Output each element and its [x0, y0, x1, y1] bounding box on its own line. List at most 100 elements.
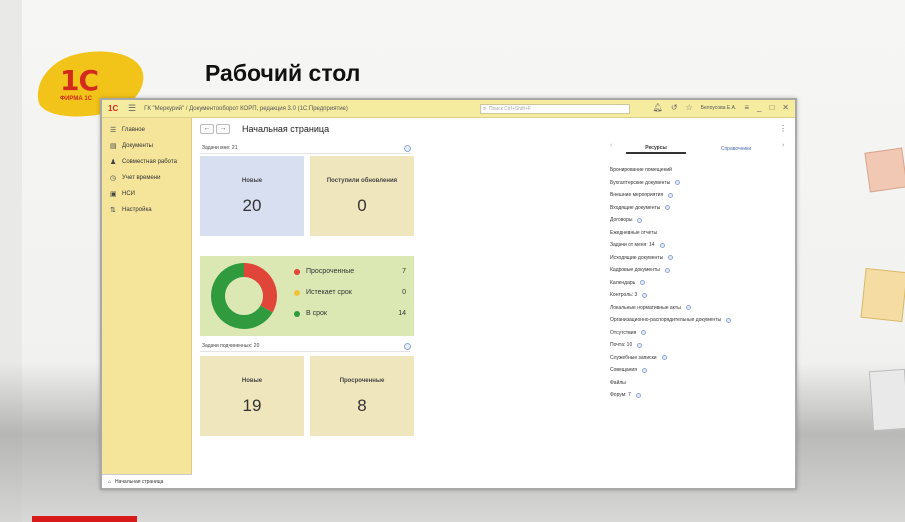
resource-link[interactable]: Отсутствия — [610, 327, 795, 340]
resource-link[interactable]: Договоры — [610, 214, 795, 227]
resource-link-label: Исходящие документы — [610, 254, 664, 261]
app-window: 1С ☰ ГК "Меркурий" / Документооборот КОР… — [100, 98, 797, 490]
resource-link[interactable]: Внешние мероприятия — [610, 189, 795, 202]
settings-circle-icon[interactable] — [637, 217, 643, 223]
resource-link[interactable]: Файлы — [610, 377, 795, 390]
chevron-left-icon[interactable]: ‹ — [610, 142, 612, 149]
resource-link-label: Отсутствия — [610, 329, 637, 336]
legend-on-time[interactable]: В срок 14 — [294, 310, 406, 317]
bell-icon[interactable]: 🔔︎ — [653, 103, 663, 112]
resource-link[interactable]: Кадровые документы — [610, 264, 795, 277]
sidebar-item-main[interactable]: ☰ Главное — [102, 122, 191, 138]
tab-resources[interactable]: Ресурсы — [626, 145, 686, 154]
list-icon: ☰ — [110, 127, 117, 134]
sidebar-item-nsi[interactable]: ▣ НСИ — [102, 186, 191, 202]
chevron-right-icon[interactable]: › — [782, 142, 784, 149]
user-name[interactable]: Белоусова Е.А. — [701, 105, 737, 111]
tasks-me-settings-icon[interactable] — [404, 145, 411, 152]
red-accent-bar — [32, 516, 137, 522]
minimize-button[interactable]: _ — [757, 103, 761, 112]
back-button[interactable]: ← — [200, 124, 214, 134]
settings-circle-icon[interactable] — [641, 330, 647, 336]
resource-link-label: Контроль: 3 — [610, 292, 638, 299]
legend-value: 0 — [402, 289, 406, 296]
resource-link[interactable]: Контроль: 3 — [610, 289, 795, 302]
settings-circle-icon[interactable] — [665, 205, 671, 211]
sidebar-item-label: Документы — [122, 143, 153, 149]
resource-link-label: Кадровые документы — [610, 267, 660, 274]
tasks-sub-settings-icon[interactable] — [404, 343, 411, 350]
resource-link[interactable]: Почта: 10 — [610, 339, 795, 352]
resource-link[interactable]: Локальные нормативные акты — [610, 302, 795, 315]
search-input[interactable]: ⌕ Поиск Ctrl+Shift+F — [480, 104, 630, 114]
resource-link[interactable]: Бронирование помещений — [610, 164, 795, 177]
resource-link[interactable]: Бухгалтерские документы — [610, 177, 795, 190]
settings-menu-icon[interactable]: ≡ — [744, 103, 749, 112]
tile-tasks-updates[interactable]: Поступили обновления 0 — [310, 156, 414, 236]
main-menu-icon[interactable]: ☰ — [128, 103, 136, 114]
resource-link[interactable]: Исходящие документы — [610, 252, 795, 265]
resource-link[interactable]: Служебные записки — [610, 352, 795, 365]
settings-circle-icon[interactable] — [661, 355, 667, 361]
resource-link-label: Форум: 7 — [610, 392, 631, 399]
legend-overdue[interactable]: Просроченные 7 — [294, 268, 406, 275]
resource-link-label: Почта: 10 — [610, 342, 633, 349]
resource-link[interactable]: Совещания — [610, 364, 795, 377]
settings-circle-icon[interactable] — [664, 267, 670, 273]
favorites-icon[interactable]: ☆ — [686, 103, 693, 112]
legend-dot — [294, 268, 300, 275]
forward-button[interactable]: → — [216, 124, 230, 134]
resource-link-label: Бухгалтерские документы — [610, 179, 671, 186]
search-placeholder: Поиск Ctrl+Shift+F — [489, 106, 531, 112]
open-window-tab[interactable]: ⌂ Начальная страница — [102, 474, 192, 488]
more-icon[interactable]: ⋮ — [779, 124, 787, 133]
settings-circle-icon[interactable] — [642, 292, 648, 298]
sidebar-item-documents[interactable]: ▤ Документы — [102, 138, 191, 154]
sidebar-item-time[interactable]: ◷ Учет времени — [102, 170, 191, 186]
title-bar-controls: 🔔︎ ↺ ☆ Белоусова Е.А. ≡ _ □ ✕ — [653, 103, 789, 112]
navigation-row: ← → Начальная страница — [200, 124, 329, 134]
resource-link-label: Служебные записки — [610, 354, 657, 361]
clock-icon: ◷ — [110, 175, 117, 182]
settings-circle-icon[interactable] — [635, 392, 641, 398]
tab-directories[interactable]: Справочники — [706, 146, 766, 152]
settings-circle-icon[interactable] — [637, 342, 643, 348]
settings-circle-icon[interactable] — [675, 180, 681, 186]
documents-icon: ▤ — [110, 143, 117, 150]
resource-link-label: Совещания — [610, 367, 637, 374]
resource-link-label: Локальные нормативные акты — [610, 304, 681, 311]
tile-tasks-new[interactable]: Новые 20 — [200, 156, 304, 236]
settings-circle-icon[interactable] — [685, 305, 691, 311]
resource-link[interactable]: Форум: 7 — [610, 389, 795, 402]
sidebar-item-label: Учет времени — [122, 175, 161, 181]
tile-label: Новые — [241, 378, 263, 384]
tile-sub-overdue[interactable]: Просроченные 8 — [310, 356, 414, 436]
open-window-tab-label: Начальная страница — [115, 478, 164, 485]
decorative-documents — [857, 147, 905, 470]
tasks-me-label[interactable]: Задачи мне: 21 — [202, 145, 238, 151]
maximize-button[interactable]: □ — [769, 103, 774, 112]
resource-link[interactable]: Входящие документы — [610, 202, 795, 215]
settings-circle-icon[interactable] — [640, 280, 646, 286]
tasks-sub-label[interactable]: Задачи подчиненных: 20 — [202, 343, 259, 349]
book-icon: ▣ — [110, 191, 117, 198]
history-icon[interactable]: ↺ — [671, 103, 678, 112]
sidebar-item-settings[interactable]: ⇅ Настройка — [102, 202, 191, 218]
sidebar-item-collaboration[interactable]: ♟ Совместная работа — [102, 154, 191, 170]
tile-value: 20 — [242, 196, 262, 215]
tile-label: Новые — [241, 178, 263, 184]
settings-circle-icon[interactable] — [668, 255, 674, 261]
section-divider — [200, 351, 410, 352]
resource-link[interactable]: Календарь — [610, 277, 795, 290]
settings-circle-icon[interactable] — [668, 192, 674, 198]
resource-link[interactable]: Организационно-распорядительные документ… — [610, 314, 795, 327]
settings-circle-icon[interactable] — [726, 317, 732, 323]
donut-slice-0[interactable] — [243, 263, 277, 313]
resource-link[interactable]: Ежедневные отчеты — [610, 227, 795, 240]
settings-circle-icon[interactable] — [659, 242, 665, 248]
settings-circle-icon[interactable] — [641, 367, 647, 373]
legend-expiring[interactable]: Истекает срок 0 — [294, 289, 406, 296]
close-button[interactable]: ✕ — [782, 103, 789, 112]
resource-link[interactable]: Задачи от меня: 14 — [610, 239, 795, 252]
tile-sub-new[interactable]: Новые 19 — [200, 356, 304, 436]
